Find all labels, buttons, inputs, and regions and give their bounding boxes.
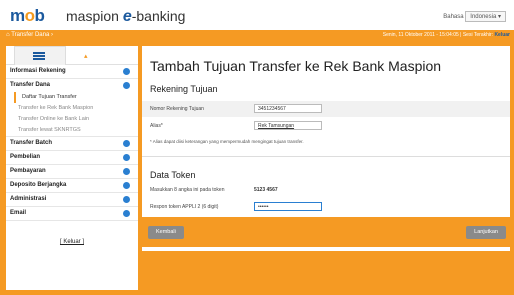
breadcrumb: ⌂ Transfer Dana › xyxy=(6,32,53,38)
language-select[interactable]: Indonesia ▾ xyxy=(465,11,506,22)
language-selector[interactable]: Bahasa Indonesia ▾ xyxy=(443,11,506,22)
nomor-label: Nomor Rekening Tujuan xyxy=(150,106,204,112)
sidebar-section-pembelian[interactable]: Pembelian xyxy=(6,151,138,165)
nomor-rekening-input[interactable]: 3451234567 xyxy=(254,104,322,113)
menu-icon xyxy=(33,52,45,60)
expand-icon xyxy=(123,82,130,89)
respon-token-input[interactable]: •••••• xyxy=(254,202,322,211)
alias-label: Alias* xyxy=(150,123,163,129)
session-info: Senin, 11 Oktober 2011 - 15:04:05 | Sesi… xyxy=(382,32,510,38)
sidebar-section-transfer-batch[interactable]: Transfer Batch xyxy=(6,137,138,151)
sidebar-item-transfer-maspion[interactable]: Transfer ke Rek Bank Maspion xyxy=(6,103,138,114)
expand-icon xyxy=(123,68,130,75)
section-heading-token: Data Token xyxy=(150,170,196,180)
sidebar-section-email[interactable]: Email xyxy=(6,207,138,221)
logout-link[interactable]: Keluar xyxy=(494,32,510,38)
expand-icon xyxy=(123,210,130,217)
brand-name: maspion e-banking xyxy=(66,8,186,25)
expand-icon xyxy=(123,154,130,161)
sidebar-item-transfer-online[interactable]: Transfer Online ke Bank Lain xyxy=(6,114,138,125)
back-button[interactable]: Kembali xyxy=(148,226,184,239)
form-row-token-instr: Masukkan 8 angka ini pada token 5123 456… xyxy=(142,182,510,198)
respon-label: Respon token APPLI 2 (6 digit) xyxy=(150,204,219,210)
sidebar-section-deposito[interactable]: Deposito Berjangka xyxy=(6,179,138,193)
sidebar-section-transfer-dana[interactable]: Transfer Dana xyxy=(6,79,138,92)
sidebar-item-transfer-sknrtgs[interactable]: Transfer lewat SKNRTGS xyxy=(6,125,138,137)
section-divider xyxy=(142,156,510,157)
breadcrumb-bar: ⌂ Transfer Dana › Senin, 11 Oktober 2011… xyxy=(0,30,514,44)
sidebar-tabs: ▴ xyxy=(6,46,138,65)
next-button[interactable]: Lanjutkan xyxy=(466,226,506,239)
page-title: Tambah Tujuan Transfer ke Rek Bank Maspi… xyxy=(150,58,442,74)
mob-logo: mob xyxy=(10,6,45,25)
sidebar-section-informasi-rekening[interactable]: Informasi Rekening xyxy=(6,65,138,79)
expand-icon xyxy=(123,196,130,203)
token-instr-label: Masukkan 8 angka ini pada token xyxy=(150,187,225,193)
sidebar-section-pembayaran[interactable]: Pembayaran xyxy=(6,165,138,179)
form-row-respon: Respon token APPLI 2 (6 digit) •••••• xyxy=(142,199,510,215)
sidebar: ▴ Informasi Rekening Transfer Dana Dafta… xyxy=(6,46,138,290)
alias-input[interactable]: Rek Tamsungan xyxy=(254,121,322,130)
caret-icon: ▴ xyxy=(84,53,88,60)
top-header: mob maspion e-banking Bahasa Indonesia ▾ xyxy=(0,0,514,31)
expand-icon xyxy=(123,168,130,175)
sidebar-section-administrasi[interactable]: Administrasi xyxy=(6,193,138,207)
form-row-nomor: Nomor Rekening Tujuan 3451234567 xyxy=(142,101,510,117)
token-code: 5123 4567 xyxy=(254,187,278,193)
sidebar-logout[interactable]: [ Keluar ] xyxy=(6,239,138,245)
expand-icon xyxy=(123,182,130,189)
action-bar: Kembali Lanjutkan xyxy=(142,217,510,247)
tab-menu[interactable] xyxy=(14,46,66,65)
tab-other[interactable]: ▴ xyxy=(66,46,116,64)
sidebar-item-daftar-tujuan[interactable]: Daftar Tujuan Transfer xyxy=(14,92,138,103)
alias-note: * Alias dapat diisi keterangan yang memp… xyxy=(150,139,304,144)
expand-icon xyxy=(123,140,130,147)
form-row-alias: Alias* Rek Tamsungan xyxy=(142,118,510,134)
section-heading-rekening: Rekening Tujuan xyxy=(150,84,218,94)
